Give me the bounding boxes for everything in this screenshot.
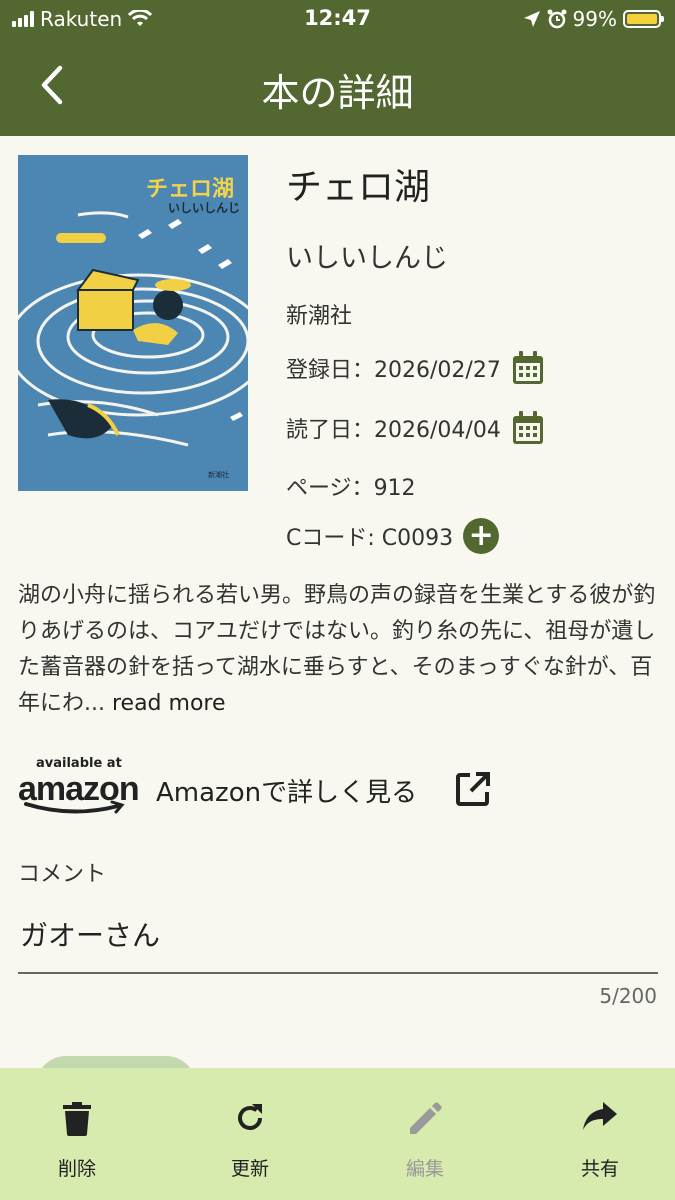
registered-label: 登録日：2026/02/27 — [286, 358, 501, 383]
edit-button[interactable]: 編集 — [355, 1068, 495, 1200]
delete-button[interactable]: 削除 — [7, 1068, 147, 1200]
bottom-toolbar: 削除 更新 編集 共有 — [0, 1068, 675, 1200]
read-label: 読了日：2026/04/04 — [286, 418, 501, 443]
nav-bar: 本の詳細 — [0, 38, 675, 136]
battery-icon — [623, 10, 664, 28]
book-publisher: 新潮社 — [286, 304, 353, 329]
amazon-link-text[interactable]: Amazonで詳しく見る — [156, 772, 417, 809]
comment-counter: 5/200 — [599, 984, 657, 1008]
read-more-link[interactable]: read more — [105, 691, 226, 716]
battery-percent: 99% — [572, 7, 617, 31]
alarm-icon — [547, 9, 567, 29]
calendar-icon[interactable] — [511, 350, 545, 386]
status-bar: Rakuten 12:47 99% — [0, 0, 675, 38]
comment-field[interactable]: ガオーさん — [18, 910, 658, 974]
book-title: チェロ湖 — [286, 167, 431, 208]
read-date-row: 読了日：2026/04/04 — [286, 410, 545, 446]
calendar-icon[interactable] — [511, 410, 545, 446]
share-button[interactable]: 共有 — [530, 1068, 670, 1200]
page-title: 本の詳細 — [261, 71, 414, 115]
comment-value: ガオーさん — [20, 919, 161, 952]
share-label: 共有 — [580, 1158, 619, 1180]
pages-row: ページ：912 — [286, 470, 416, 502]
svg-text:新潮社: 新潮社 — [208, 470, 229, 479]
pages-label: ページ：912 — [286, 476, 416, 501]
amazon-link[interactable]: available at amazon Amazonで詳しく見る — [18, 756, 658, 818]
registered-date-row: 登録日：2026/02/27 — [286, 350, 545, 386]
plus-icon: + — [468, 518, 494, 553]
trash-icon — [63, 1102, 91, 1136]
delete-label: 削除 — [57, 1158, 96, 1180]
ccode-label: Cコード: C0093 — [286, 526, 454, 551]
refresh-button[interactable]: 更新 — [180, 1068, 320, 1200]
pencil-icon — [410, 1102, 442, 1134]
cover-author: いしいしんじ — [168, 201, 241, 215]
book-description: 湖の小舟に揺られる若い男。野鳥の声の録音を生業とする彼が釣りあげるのは、コアユだ… — [18, 578, 658, 722]
book-author: いしいしんじ — [286, 243, 448, 274]
share-icon — [583, 1102, 617, 1130]
amazon-smile-icon — [24, 800, 125, 814]
amazon-badge: available at amazon — [18, 756, 140, 818]
comment-label: コメント — [18, 862, 107, 887]
ccode-row: Cコード: C0093 + — [286, 518, 500, 554]
book-cover: 新潮社 チェロ湖 いしいしんじ — [18, 155, 248, 491]
edit-label: 編集 — [405, 1158, 444, 1180]
add-ccode-button[interactable]: + — [463, 518, 500, 554]
available-at-label: available at — [36, 756, 122, 771]
refresh-label: 更新 — [230, 1158, 269, 1180]
refresh-icon — [238, 1104, 262, 1130]
status-right: 99% — [523, 7, 664, 31]
location-arrow-icon — [523, 11, 540, 27]
external-link-icon[interactable] — [454, 770, 492, 808]
